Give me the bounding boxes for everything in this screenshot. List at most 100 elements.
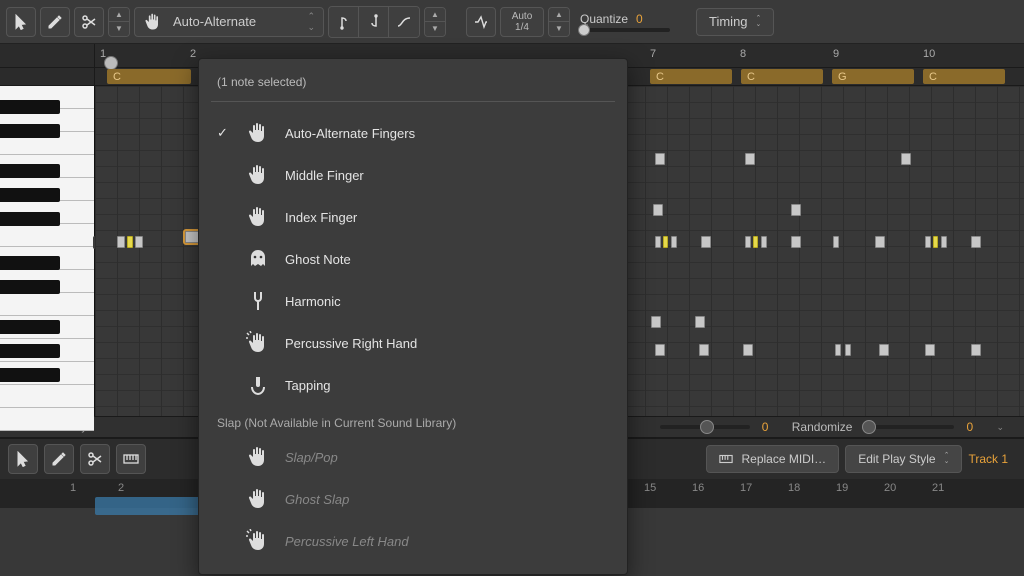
midi-note[interactable] [971,344,981,356]
menu-item-label: Slap/Pop [285,450,338,465]
articulation-menu-item[interactable]: Index Finger [199,196,627,238]
ghost-icon [245,246,271,272]
tap-icon [245,372,271,398]
menu-selection-header: (1 note selected) [199,71,627,101]
chevron-updown-icon: ⌃⌄ [756,16,762,28]
bottom-pencil-tool[interactable] [44,444,74,474]
midi-note[interactable] [127,236,133,248]
midi-note[interactable] [695,316,705,328]
lane-chevron-icon[interactable]: ⌄ [996,422,1004,433]
quantize-slider[interactable] [580,28,670,32]
midi-note[interactable] [761,236,767,248]
midi-note[interactable] [663,236,668,248]
velocity-offset-slider[interactable] [660,425,750,429]
articulation-select[interactable]: Auto-Alternate ⌃⌄ [134,7,324,37]
grid-stepper[interactable]: ▲▼ [548,7,570,37]
randomize-label: Randomize [792,420,853,434]
articulation-menu-item[interactable]: Tapping [199,364,627,406]
midi-note[interactable] [875,236,885,248]
pencil-tool[interactable] [40,7,70,37]
midi-note[interactable] [117,236,125,248]
ruler-number: 9 [833,48,839,60]
velocity-randomize-slider[interactable] [864,425,954,429]
midi-note[interactable] [671,236,677,248]
articulation-menu-item[interactable]: Harmonic [199,280,627,322]
chord-marker[interactable]: C [107,69,191,84]
hand-icon [245,120,271,146]
midi-note[interactable] [833,236,839,248]
grid-auto-button[interactable]: Auto 1/4 [500,7,544,37]
hand-icon [245,204,271,230]
ruler-number: 10 [923,48,935,60]
menu-item-label: Percussive Left Hand [285,534,409,549]
midi-note[interactable] [845,344,851,356]
menu-item-label: Percussive Right Hand [285,336,417,351]
shape-stepper[interactable]: ▲▼ [424,7,446,37]
midi-note[interactable] [743,344,753,356]
midi-note[interactable] [791,204,801,216]
midi-note[interactable] [933,236,938,248]
pointer-tool[interactable] [6,7,36,37]
midi-note[interactable] [699,344,709,356]
bottom-keyboard-icon[interactable] [116,444,146,474]
midi-note[interactable] [925,344,935,356]
midi-note[interactable] [655,153,665,165]
midi-note[interactable] [745,153,755,165]
dropdown-caret-icon: ⌃⌄ [307,11,315,33]
curve-tool-icon[interactable] [389,7,419,37]
midi-note[interactable] [653,204,663,216]
articulation-menu-item[interactable]: ✓ Auto-Alternate Fingers [199,112,627,154]
midi-note[interactable] [971,236,981,248]
midi-note[interactable] [135,236,143,248]
articulation-menu-item[interactable]: Ghost Note [199,238,627,280]
ruler-number: 16 [692,482,704,494]
ruler-number: 1 [70,482,76,494]
chord-marker[interactable]: G [832,69,914,84]
piano-keyboard[interactable]: C2 [0,86,95,416]
slap-icon [245,330,271,356]
snap-toggle[interactable] [466,7,496,37]
menu-subheader: Slap (Not Available in Current Sound Lib… [199,406,627,436]
note-shape-segment [328,6,420,38]
track-label: Track 1 [968,452,1016,466]
midi-note[interactable] [651,316,661,328]
bottom-scissors-tool[interactable] [80,444,110,474]
midi-note[interactable] [655,344,665,356]
ruler-number: 20 [884,482,896,494]
velocity-randomize-value: 0 [966,420,984,434]
note-down-icon[interactable] [359,7,389,37]
midi-note[interactable] [655,236,661,248]
tool-stepper[interactable]: ▲▼ [108,7,130,37]
quantize-label: Quantize [580,12,628,26]
scissors-tool[interactable] [74,7,104,37]
midi-note[interactable] [791,236,801,248]
menu-item-label: Ghost Slap [285,492,349,507]
articulation-menu-item[interactable]: Percussive Right Hand [199,322,627,364]
bottom-pointer-tool[interactable] [8,444,38,474]
ruler-number: 1 [100,48,106,60]
note-up-icon[interactable] [329,7,359,37]
ruler-number: 15 [644,482,656,494]
midi-note[interactable] [901,153,911,165]
timing-button[interactable]: Timing ⌃⌄ [696,8,774,36]
top-toolbar: ▲▼ Auto-Alternate ⌃⌄ ▲▼ Auto 1/4 ▲▼ Quan… [0,0,1024,44]
chord-marker[interactable]: C [741,69,823,84]
articulation-menu-item[interactable]: Middle Finger [199,154,627,196]
midi-note[interactable] [835,344,841,356]
keyboard-icon [719,452,733,466]
midi-note[interactable] [701,236,711,248]
edit-play-style-button[interactable]: Edit Play Style ⌃⌄ [845,445,962,473]
replace-midi-button[interactable]: Replace MIDI… [706,445,839,473]
midi-note[interactable] [925,236,931,248]
check-icon: ✓ [217,125,231,141]
midi-note[interactable] [879,344,889,356]
articulation-menu-item-disabled: Slap/Pop [199,436,627,478]
midi-note[interactable] [941,236,947,248]
menu-item-label: Auto-Alternate Fingers [285,126,415,141]
chord-marker[interactable]: C [650,69,732,84]
midi-note[interactable] [753,236,758,248]
midi-note[interactable] [745,236,751,248]
menu-item-label: Middle Finger [285,168,364,183]
chord-marker[interactable]: C [923,69,1005,84]
fork-icon [245,288,271,314]
